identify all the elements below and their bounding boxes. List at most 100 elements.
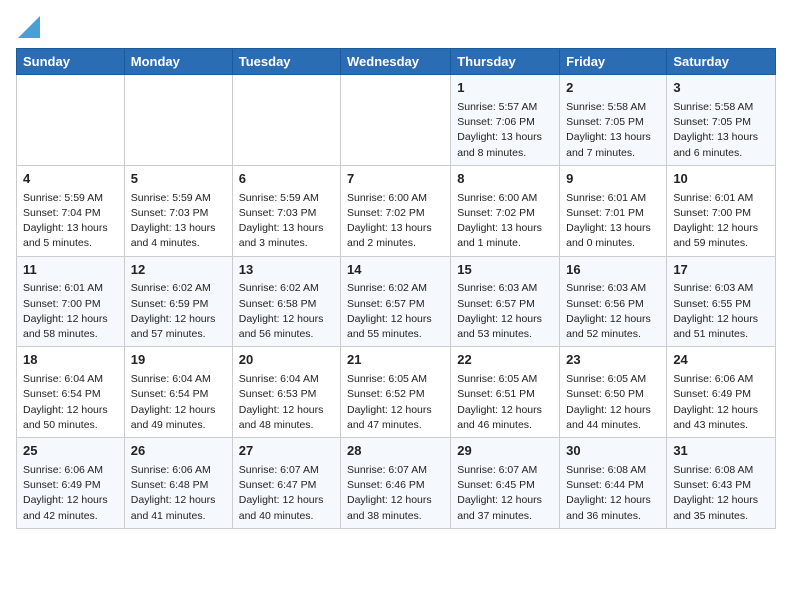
day-info-line: Sunrise: 6:08 AM [566, 463, 660, 478]
day-info-line: and 42 minutes. [23, 509, 118, 524]
calendar-cell: 20Sunrise: 6:04 AMSunset: 6:53 PMDayligh… [232, 347, 340, 438]
day-info-line: and 50 minutes. [23, 418, 118, 433]
day-number: 21 [347, 351, 444, 370]
day-info-line: Sunrise: 5:58 AM [673, 100, 769, 115]
day-info-line: Sunset: 6:48 PM [131, 478, 226, 493]
day-info-line: Sunset: 6:55 PM [673, 297, 769, 312]
day-number: 29 [457, 442, 553, 461]
day-info-line: and 5 minutes. [23, 236, 118, 251]
day-info-line: Sunset: 6:50 PM [566, 387, 660, 402]
day-info-line: and 55 minutes. [347, 327, 444, 342]
calendar-cell: 21Sunrise: 6:05 AMSunset: 6:52 PMDayligh… [341, 347, 451, 438]
day-info-line: and 59 minutes. [673, 236, 769, 251]
day-info-line: and 43 minutes. [673, 418, 769, 433]
day-number: 8 [457, 170, 553, 189]
calendar-cell: 6Sunrise: 5:59 AMSunset: 7:03 PMDaylight… [232, 165, 340, 256]
day-info-line: Daylight: 12 hours [239, 493, 334, 508]
day-number: 10 [673, 170, 769, 189]
day-number: 3 [673, 79, 769, 98]
calendar-cell: 23Sunrise: 6:05 AMSunset: 6:50 PMDayligh… [560, 347, 667, 438]
day-info-line: and 1 minute. [457, 236, 553, 251]
day-info-line: and 2 minutes. [347, 236, 444, 251]
day-info-line: Daylight: 12 hours [347, 312, 444, 327]
day-info-line: Sunrise: 5:59 AM [131, 191, 226, 206]
day-info-line: Sunset: 6:57 PM [347, 297, 444, 312]
calendar-cell: 10Sunrise: 6:01 AMSunset: 7:00 PMDayligh… [667, 165, 776, 256]
calendar-cell: 31Sunrise: 6:08 AMSunset: 6:43 PMDayligh… [667, 438, 776, 529]
day-info-line: and 52 minutes. [566, 327, 660, 342]
calendar-cell: 29Sunrise: 6:07 AMSunset: 6:45 PMDayligh… [451, 438, 560, 529]
day-info-line: Sunrise: 6:06 AM [23, 463, 118, 478]
calendar-cell [232, 75, 340, 166]
day-number: 31 [673, 442, 769, 461]
calendar-cell: 25Sunrise: 6:06 AMSunset: 6:49 PMDayligh… [17, 438, 125, 529]
day-number: 18 [23, 351, 118, 370]
day-info-line: Sunrise: 5:57 AM [457, 100, 553, 115]
calendar-week-4: 18Sunrise: 6:04 AMSunset: 6:54 PMDayligh… [17, 347, 776, 438]
day-info-line: Sunset: 6:49 PM [673, 387, 769, 402]
day-info-line: and 48 minutes. [239, 418, 334, 433]
day-info-line: and 3 minutes. [239, 236, 334, 251]
day-info-line: Sunrise: 6:07 AM [239, 463, 334, 478]
day-info-line: Daylight: 12 hours [673, 403, 769, 418]
day-number: 15 [457, 261, 553, 280]
day-info-line: Daylight: 12 hours [566, 493, 660, 508]
day-info-line: Sunrise: 6:05 AM [566, 372, 660, 387]
day-info-line: Daylight: 13 hours [566, 130, 660, 145]
day-number: 19 [131, 351, 226, 370]
day-info-line: Daylight: 12 hours [23, 493, 118, 508]
day-info-line: Sunrise: 6:01 AM [23, 281, 118, 296]
day-info-line: and 36 minutes. [566, 509, 660, 524]
day-info-line: and 46 minutes. [457, 418, 553, 433]
logo [16, 16, 40, 40]
day-info-line: Daylight: 12 hours [23, 312, 118, 327]
day-number: 20 [239, 351, 334, 370]
day-number: 13 [239, 261, 334, 280]
day-info-line: Sunrise: 6:06 AM [673, 372, 769, 387]
day-info-line: Sunset: 7:05 PM [673, 115, 769, 130]
calendar-cell: 18Sunrise: 6:04 AMSunset: 6:54 PMDayligh… [17, 347, 125, 438]
day-info-line: and 38 minutes. [347, 509, 444, 524]
day-info-line: Daylight: 12 hours [23, 403, 118, 418]
header-tuesday: Tuesday [232, 49, 340, 75]
day-info-line: Sunrise: 6:02 AM [239, 281, 334, 296]
day-info-line: and 7 minutes. [566, 146, 660, 161]
day-info-line: Daylight: 13 hours [23, 221, 118, 236]
header-saturday: Saturday [667, 49, 776, 75]
day-info-line: Sunset: 6:49 PM [23, 478, 118, 493]
calendar-cell: 5Sunrise: 5:59 AMSunset: 7:03 PMDaylight… [124, 165, 232, 256]
day-info-line: Sunrise: 6:07 AM [347, 463, 444, 478]
day-info-line: and 4 minutes. [131, 236, 226, 251]
day-info-line: Daylight: 13 hours [566, 221, 660, 236]
calendar-cell: 11Sunrise: 6:01 AMSunset: 7:00 PMDayligh… [17, 256, 125, 347]
header-wednesday: Wednesday [341, 49, 451, 75]
day-info-line: Daylight: 13 hours [239, 221, 334, 236]
calendar-table: SundayMondayTuesdayWednesdayThursdayFrid… [16, 48, 776, 529]
day-info-line: and 41 minutes. [131, 509, 226, 524]
day-number: 1 [457, 79, 553, 98]
calendar-cell: 13Sunrise: 6:02 AMSunset: 6:58 PMDayligh… [232, 256, 340, 347]
day-number: 7 [347, 170, 444, 189]
day-info-line: Daylight: 12 hours [457, 312, 553, 327]
day-info-line: Sunrise: 5:58 AM [566, 100, 660, 115]
calendar-cell [17, 75, 125, 166]
day-info-line: Sunset: 6:54 PM [131, 387, 226, 402]
day-info-line: Daylight: 13 hours [673, 130, 769, 145]
day-info-line: Sunset: 6:47 PM [239, 478, 334, 493]
day-info-line: Sunset: 7:03 PM [239, 206, 334, 221]
day-info-line: Sunrise: 6:06 AM [131, 463, 226, 478]
day-info-line: and 37 minutes. [457, 509, 553, 524]
day-info-line: Sunrise: 6:03 AM [673, 281, 769, 296]
calendar-cell: 22Sunrise: 6:05 AMSunset: 6:51 PMDayligh… [451, 347, 560, 438]
day-number: 28 [347, 442, 444, 461]
day-info-line: and 8 minutes. [457, 146, 553, 161]
day-number: 5 [131, 170, 226, 189]
day-info-line: Sunset: 7:01 PM [566, 206, 660, 221]
day-number: 24 [673, 351, 769, 370]
header-thursday: Thursday [451, 49, 560, 75]
day-info-line: Sunset: 7:00 PM [23, 297, 118, 312]
day-info-line: Daylight: 12 hours [566, 403, 660, 418]
day-info-line: Sunset: 7:03 PM [131, 206, 226, 221]
day-info-line: Sunset: 7:02 PM [457, 206, 553, 221]
day-info-line: Daylight: 12 hours [239, 403, 334, 418]
